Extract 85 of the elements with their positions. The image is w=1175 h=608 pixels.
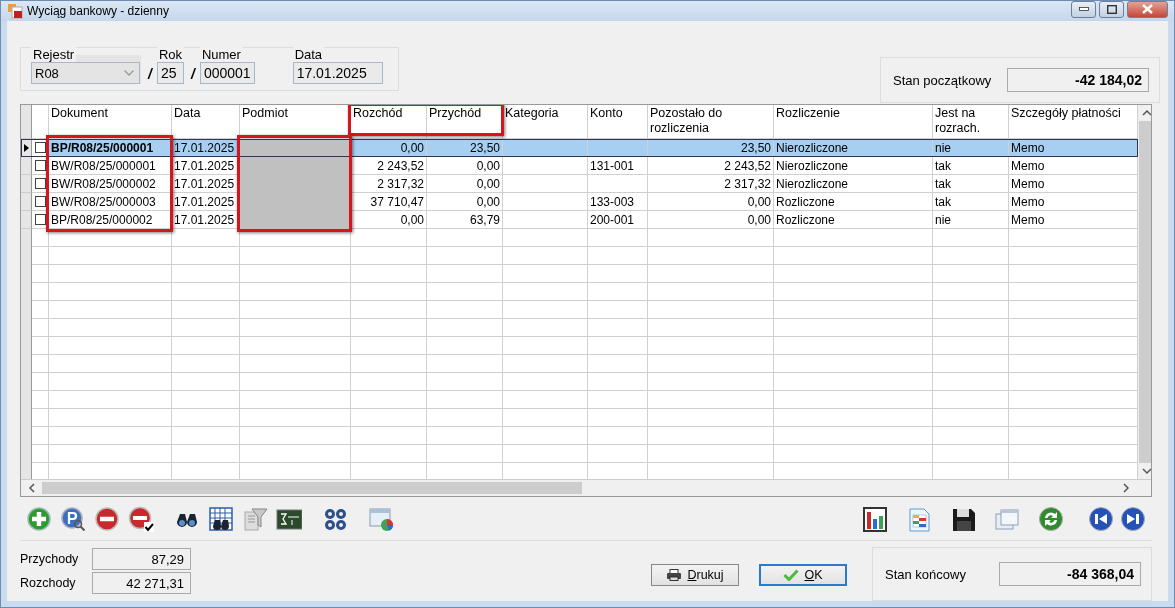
table-cell: 0,00 [427,157,503,175]
table-cell: 133-003 [588,193,648,211]
bar-chart-icon[interactable] [862,505,888,532]
row-checkbox[interactable] [34,196,46,207]
table-cell: BP/R08/25/000001 [49,139,172,157]
chevron-down-icon [123,70,134,76]
current-row-icon [23,143,29,152]
table-row[interactable]: BP/R08/25/000001 17.01.2025 0,00 23,50 23,50 Nierozliczone nie Memo [21,139,1138,157]
close-button[interactable] [1127,0,1168,18]
maximize-button[interactable] [1099,0,1124,18]
minimize-button[interactable] [1071,0,1096,18]
table-cell: 0,00 [427,193,503,211]
balance-field: -42 184,02 [1007,68,1149,92]
total-label: Rozchody [20,576,77,590]
remove-check-icon[interactable] [128,505,154,532]
row-checkbox[interactable] [34,142,46,153]
table-cell: 0,00 [351,139,427,157]
refresh-icon[interactable] [1038,505,1064,532]
field-label: Rok [156,47,184,62]
balance-label: Stan końcowy [885,566,967,582]
balance-label: Stan początkowy [893,72,993,88]
total-label: Przychody [20,552,80,566]
table-cell: 2 317,32 [648,175,774,193]
table-cell: Nierozliczone [774,157,933,175]
table-cell: 37 710,47 [351,193,427,211]
skip-forward-icon[interactable] [1120,505,1146,532]
table-cell: BW/R08/25/000002 [49,175,172,193]
total-field: 87,29 [92,548,191,570]
row-checkbox[interactable] [34,214,46,225]
row-checkbox[interactable] [34,178,46,189]
table-cell: BP/R08/25/000002 [49,211,172,229]
register-dropdown[interactable]: R08 [31,62,140,84]
table-cell [588,175,648,193]
table-cell: 2 317,32 [351,175,427,193]
minimize-icon [1078,7,1089,11]
app-icon [7,3,23,19]
table-cell: tak [933,157,1009,175]
table-cell: BW/R08/25/000001 [49,157,172,175]
table-binoculars-icon[interactable] [208,505,234,532]
table-cell: tak [933,175,1009,193]
table-cell: 131-001 [588,157,648,175]
text-field[interactable]: 000001 [199,62,255,84]
table-cell: Rozliczone [774,193,933,211]
table-cell: 2 243,52 [648,157,774,175]
table-row[interactable]: BW/R08/25/000003 17.01.2025 37 710,47 0,00 133-003 0,00 Rozliczone tak Memo [21,193,1138,211]
field-label: Data [292,47,325,62]
scrollbar-thumb[interactable] [42,482,582,494]
table-cell: 0,00 [427,175,503,193]
table-row[interactable]: BW/R08/25/000001 17.01.2025 2 243,52 0,00 131-001 2 243,52 Nierozliczone tak Memo [21,157,1138,175]
total-field: 42 271,31 [92,572,191,594]
table-cell: 2 243,52 [351,157,427,175]
skip-back-icon[interactable] [1088,505,1114,532]
spreadsheet-icon[interactable] [906,505,932,532]
separator-text: / [148,66,152,82]
field-label: Numer [199,47,243,62]
table-cell: nie [933,139,1009,157]
table-cell: Nierozliczone [774,175,933,193]
maximize-icon [1106,4,1117,14]
horizontal-scrollbar[interactable] [21,479,1151,496]
scroll-up-icon[interactable] [1139,105,1151,121]
table-row[interactable]: BW/R08/25/000002 17.01.2025 2 317,32 0,00 2 317,32 Nierozliczone tak Memo [21,175,1138,193]
window-title: Wyciąg bankowy - dzienny [27,4,170,18]
table-cell: tak [933,193,1009,211]
remove-icon[interactable] [94,505,120,532]
table-cell: 23,50 [427,139,503,157]
table-cell: BW/R08/25/000003 [49,193,172,211]
add-icon[interactable] [26,505,52,532]
date-field[interactable]: 17.01.2025 [292,62,383,84]
magnifier-icon[interactable] [60,505,86,532]
table-cell: Nierozliczone [774,139,933,157]
print-button[interactable]: Drukuj [651,564,739,586]
window-chart-icon[interactable] [368,505,394,532]
ok-button[interactable]: OK [759,564,847,586]
row-checkbox[interactable] [34,160,46,171]
balance-field: -84 368,04 [999,562,1141,586]
printer-icon [666,569,683,581]
close-icon [1142,4,1153,14]
separator-text: / [191,66,195,82]
field-label: Rejestr [31,47,77,62]
checkmark-icon [783,569,800,581]
text-field[interactable]: 25 [156,62,184,84]
table-cell: 23,50 [648,139,774,157]
vertical-scrollbar[interactable] [1138,105,1151,479]
table-cell: 0,00 [648,193,774,211]
scroll-down-icon[interactable] [1139,463,1151,479]
